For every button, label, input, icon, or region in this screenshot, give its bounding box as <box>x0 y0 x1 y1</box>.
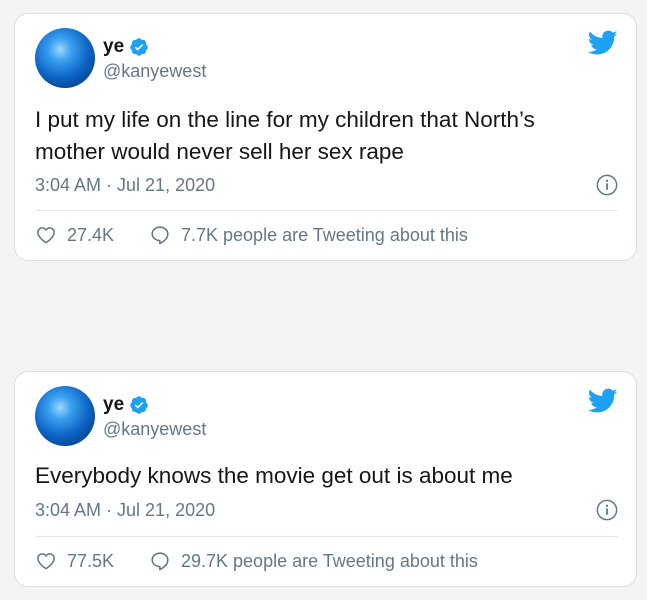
like-count: 77.5K <box>67 550 115 571</box>
tweet-timestamp[interactable]: 3:04 AM · Jul 21, 2020 <box>35 499 215 521</box>
tweet-card[interactable]: ye @kanyewest I put my life on the line … <box>14 13 637 261</box>
author-handle[interactable]: @kanyewest <box>103 418 206 440</box>
avatar[interactable] <box>35 28 95 88</box>
tweeting-about-text: 29.7K people are Tweeting about this <box>181 550 478 571</box>
tweeting-about-link[interactable]: 29.7K people are Tweeting about this <box>149 550 478 572</box>
tweeting-about-link[interactable]: 7.7K people are Tweeting about this <box>149 224 468 246</box>
like-count: 27.4K <box>67 224 115 245</box>
author-name[interactable]: ye <box>103 36 124 58</box>
tweet-text: I put my life on the line for my childre… <box>35 107 535 164</box>
twitter-bird-icon[interactable] <box>588 388 618 414</box>
author-handle[interactable]: @kanyewest <box>103 60 206 82</box>
info-icon[interactable] <box>596 499 618 521</box>
author-name-row: ye <box>103 394 149 416</box>
twitter-bird-icon[interactable] <box>588 30 618 56</box>
avatar[interactable] <box>35 386 95 446</box>
tweet-actions: 27.4K 7.7K people are Tweeting about thi… <box>35 224 468 246</box>
verified-badge-icon <box>130 38 148 56</box>
info-icon[interactable] <box>596 174 618 196</box>
author-name-row: ye <box>103 36 149 58</box>
like-button[interactable]: 77.5K <box>35 550 147 572</box>
like-button[interactable]: 27.4K <box>35 224 147 246</box>
verified-badge-icon <box>130 396 148 414</box>
tweet-card[interactable]: ye @kanyewest Everybody knows the movie … <box>14 371 637 587</box>
author-name[interactable]: ye <box>103 394 124 416</box>
speech-bubble-icon <box>151 226 169 245</box>
tweeting-about-text: 7.7K people are Tweeting about this <box>181 224 468 245</box>
tweet-text: Everybody knows the movie get out is abo… <box>35 463 513 488</box>
heart-icon <box>37 227 55 244</box>
divider <box>35 210 618 211</box>
tweet-timestamp[interactable]: 3:04 AM · Jul 21, 2020 <box>35 174 215 196</box>
divider <box>35 536 618 537</box>
tweet-actions: 77.5K 29.7K people are Tweeting about th… <box>35 550 478 572</box>
heart-icon <box>37 553 55 570</box>
speech-bubble-icon <box>151 552 169 571</box>
